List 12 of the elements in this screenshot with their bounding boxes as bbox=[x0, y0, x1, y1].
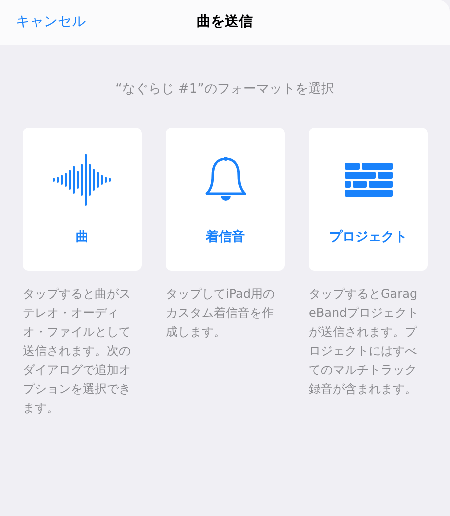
prompt-text: “なぐらじ #1”のフォーマットを選択 bbox=[114, 81, 336, 99]
format-option-card[interactable]: 着信音 bbox=[166, 128, 285, 270]
dialog-title: 曲を送信 bbox=[197, 13, 253, 32]
cancel-button[interactable]: キャンセル bbox=[16, 12, 86, 33]
option-description: タップすると曲がステレオ・オーディオ・ファイルとして送信されます。次のダイアログで追加オプションを選択できます。 bbox=[23, 286, 132, 416]
waveform-icon bbox=[52, 154, 114, 206]
option-description: タップしてiPad用のカスタム着信音を作成します。 bbox=[166, 286, 276, 340]
bell-icon bbox=[204, 156, 248, 204]
option-description: タップするとGarageBandプロジェクトが送信されます。プロジェクトにはすべてのマルチトラック録音が含まれます。 bbox=[309, 286, 420, 398]
format-option-card[interactable]: 曲 bbox=[23, 128, 142, 270]
brick-wall-icon bbox=[344, 162, 392, 196]
format-option-card[interactable]: プロジェクト bbox=[309, 128, 428, 270]
